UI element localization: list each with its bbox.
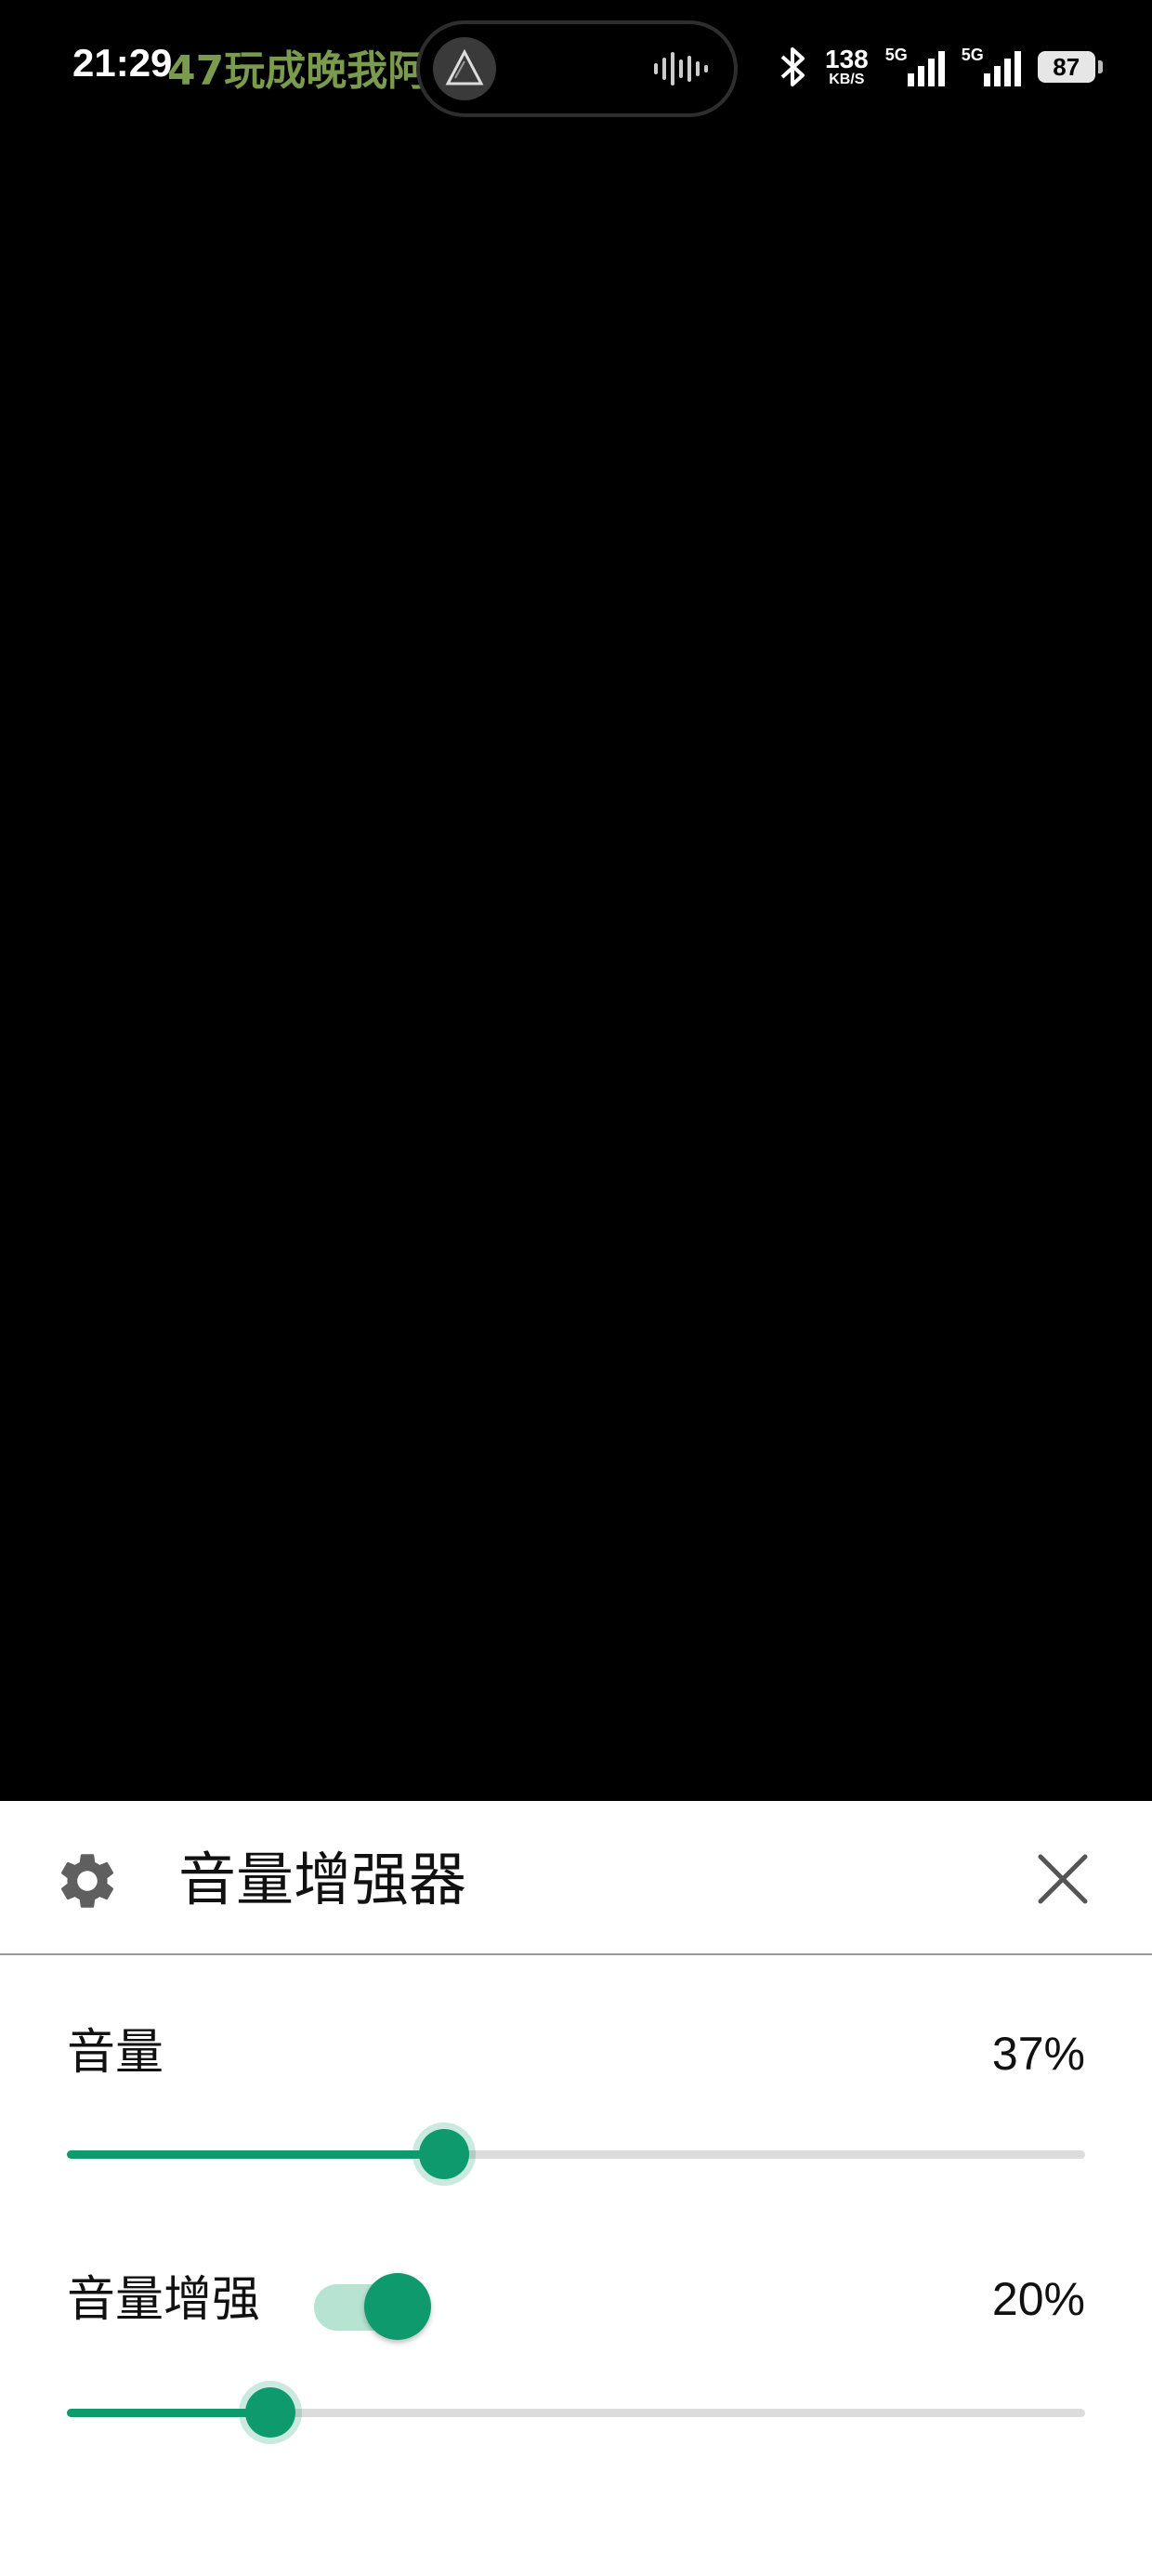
toggle-knob xyxy=(364,2273,431,2340)
volume-value: 37% xyxy=(991,2028,1085,2080)
boost-slider[interactable] xyxy=(67,2385,1085,2440)
dynamic-island[interactable] xyxy=(416,20,738,117)
slider-fill xyxy=(67,2150,444,2159)
system-icons: 138 KB/S 5G 5G 87 xyxy=(777,45,1103,89)
bluetooth-icon xyxy=(780,47,805,86)
close-icon[interactable] xyxy=(1033,1849,1093,1909)
sim1-label: 5G xyxy=(884,46,908,64)
signal-icon: 5G xyxy=(885,46,945,88)
status-bar: 21:29 47玩成晚我阿 138 KB/S 5G 5G 87 xyxy=(0,0,1152,139)
boost-value: 20% xyxy=(991,2273,1085,2325)
volume-slider[interactable] xyxy=(67,2126,1085,2182)
music-disc-icon xyxy=(433,37,496,100)
panel-title: 音量增强器 xyxy=(178,1846,467,1913)
boost-toggle[interactable] xyxy=(314,2271,433,2342)
status-time: 21:29 xyxy=(72,41,173,85)
slider-fill xyxy=(67,2409,271,2417)
volume-label: 音量 xyxy=(67,2025,164,2081)
net-speed: 138 KB/S xyxy=(825,46,869,87)
net-speed-unit: KB/S xyxy=(829,72,865,87)
volume-booster-panel: 音量增强器 音量 37% 音量增强 20% xyxy=(0,1801,1152,2576)
slider-thumb[interactable] xyxy=(418,2129,469,2179)
audio-wave-icon xyxy=(654,52,708,85)
status-marquee-text: 47玩成晚我阿 xyxy=(167,47,427,95)
net-speed-value: 138 xyxy=(825,45,869,73)
sim2-label: 5G xyxy=(961,46,984,64)
signal-icon: 5G xyxy=(962,46,1021,88)
battery-level: 87 xyxy=(1053,52,1080,81)
slider-thumb[interactable] xyxy=(245,2387,296,2438)
boost-label: 音量增强 xyxy=(67,2272,261,2328)
battery-icon: 87 xyxy=(1037,51,1103,83)
gear-icon[interactable] xyxy=(54,1847,121,1914)
panel-header: 音量增强器 xyxy=(0,1801,1152,1955)
